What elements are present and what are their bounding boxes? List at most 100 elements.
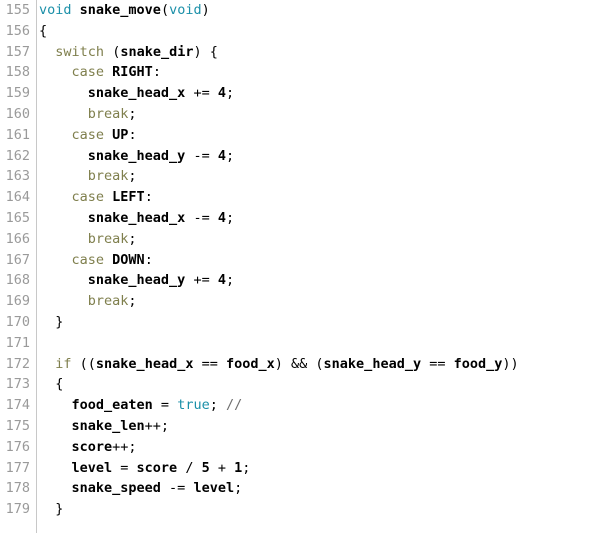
code-line[interactable]: 173 { (0, 374, 614, 395)
code-line[interactable]: 157 switch (snake_dir) { (0, 42, 614, 63)
code-line[interactable]: 176 score++; (0, 437, 614, 458)
code-token: food_x (225, 355, 275, 372)
code-token: case (71, 251, 105, 268)
code-line[interactable]: 179 } (0, 499, 614, 520)
code-token: case (71, 189, 105, 206)
code-token: snake_len (71, 417, 145, 434)
code-token: / (177, 459, 202, 476)
line-content[interactable]: } (33, 312, 63, 333)
code-token: ; (128, 293, 137, 310)
code-token: case (71, 126, 105, 143)
line-number: 167 (5, 251, 30, 268)
code-editor[interactable]: 155 void snake_move(void) 156{157 switch (… (0, 0, 614, 533)
line-number: 172 (5, 355, 30, 372)
code-token: { (39, 376, 64, 393)
code-line[interactable]: 174 food_eaten = true; // (0, 395, 614, 416)
line-number: 164 (5, 189, 30, 206)
line-content[interactable]: { (33, 374, 63, 395)
code-line[interactable]: 165 snake_head_x -= 4; (0, 208, 614, 229)
code-line[interactable]: 178 snake_speed -= level; (0, 478, 614, 499)
line-content[interactable]: break; (33, 291, 137, 312)
line-number: 162 (5, 147, 30, 164)
line-content[interactable]: if ((snake_head_x == food_x) && (snake_h… (33, 354, 518, 375)
code-token: 4 (217, 85, 227, 102)
code-token: ++; (144, 417, 170, 434)
line-content[interactable]: break; (33, 104, 137, 125)
code-line[interactable]: 168 snake_head_y += 4; (0, 270, 614, 291)
code-line[interactable]: 172 if ((snake_head_x == food_x) && (sna… (0, 354, 614, 375)
code-line[interactable]: 169 break; (0, 291, 614, 312)
code-line[interactable]: 159 snake_head_x += 4; (0, 83, 614, 104)
line-content[interactable]: } (33, 499, 63, 520)
code-token: case (71, 64, 105, 81)
line-content[interactable]: case DOWN: (33, 250, 153, 271)
code-line[interactable]: 155 void snake_move(void) (0, 0, 614, 21)
code-line[interactable]: 175 snake_len++; (0, 416, 614, 437)
line-content[interactable]: snake_head_x -= 4; (33, 208, 234, 229)
line-content[interactable]: switch (snake_dir) { (33, 42, 218, 63)
code-line[interactable]: 166 break; (0, 229, 614, 250)
line-content[interactable]: case UP: (33, 125, 137, 146)
line-content[interactable]: snake_head_x += 4; (33, 83, 234, 104)
code-token: break (87, 105, 129, 122)
code-token: -= (160, 480, 194, 497)
line-content[interactable]: case LEFT: (33, 187, 153, 208)
line-content[interactable]: void snake_move(void) (33, 0, 210, 21)
code-line[interactable]: 161 case UP: (0, 125, 614, 146)
code-token: break (87, 168, 129, 185)
code-line[interactable]: 158 case RIGHT: (0, 62, 614, 83)
line-number: 178 (5, 480, 30, 497)
code-token: DOWN (112, 251, 145, 268)
code-token: += (193, 272, 210, 289)
code-line[interactable]: 163 break; (0, 166, 614, 187)
code-line[interactable]: 162 snake_head_y -= 4; (0, 146, 614, 167)
line-content[interactable]: snake_len++; (33, 416, 170, 437)
line-content[interactable]: snake_head_y -= 4; (33, 146, 234, 167)
code-line[interactable]: 164 case LEFT: (0, 187, 614, 208)
code-token: 4 (217, 272, 227, 289)
line-number: 177 (5, 459, 30, 476)
line-content[interactable]: break; (33, 166, 137, 187)
code-token: 4 (217, 209, 227, 226)
code-line[interactable]: 167 case DOWN: (0, 250, 614, 271)
code-lines-container[interactable]: 155 void snake_move(void) 156{157 switch (… (0, 0, 614, 520)
line-content[interactable]: food_eaten = true; // (33, 395, 243, 416)
code-token: = (152, 397, 178, 414)
code-token: ; (226, 85, 235, 102)
code-line[interactable]: 171 (0, 333, 614, 354)
code-token: = (112, 459, 137, 476)
code-token: UP (112, 126, 129, 143)
code-token: ( (160, 2, 170, 18)
code-token: RIGHT (112, 64, 153, 81)
code-line[interactable]: 160 break; (0, 104, 614, 125)
line-content[interactable]: break; (33, 229, 137, 250)
gutter-separator-rule (36, 0, 37, 533)
code-token: snake_move (79, 2, 161, 18)
code-token: snake_head_x (87, 85, 186, 102)
line-number: 157 (5, 43, 30, 60)
line-content[interactable]: case RIGHT: (33, 62, 161, 83)
code-token: } (39, 501, 64, 518)
line-content[interactable]: snake_head_y += 4; (33, 270, 234, 291)
line-content[interactable]: score++; (33, 437, 137, 458)
code-line[interactable]: 170 } (0, 312, 614, 333)
code-token: ++; (112, 438, 137, 455)
code-line[interactable]: 177 level = score / 5 + 1; (0, 458, 614, 479)
line-content[interactable]: snake_speed -= level; (33, 478, 243, 499)
line-number: 166 (5, 230, 30, 247)
code-line[interactable]: 156 { (0, 21, 614, 42)
code-token: break (87, 230, 129, 247)
code-token: { (39, 22, 48, 39)
line-content[interactable]: level = score / 5 + 1; (33, 458, 251, 479)
